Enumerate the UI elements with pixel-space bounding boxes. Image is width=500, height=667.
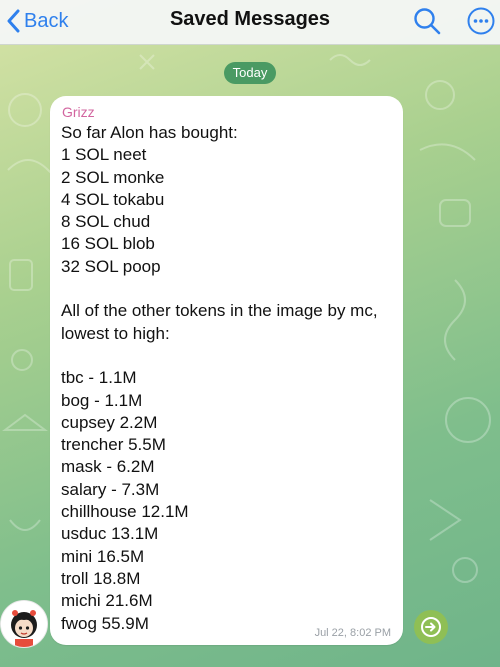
sender-name: Grizz: [62, 104, 95, 120]
share-button[interactable]: [414, 610, 448, 644]
message-line: 2 SOL monke: [61, 167, 165, 187]
message-line: michi 21.6M: [61, 591, 153, 611]
message-line: usduc 13.1M: [61, 524, 159, 544]
message-line: bog - 1.1M: [61, 390, 143, 410]
message-line: All of the other tokens in the image by …: [61, 301, 378, 343]
message-line: mask - 6.2M: [61, 457, 155, 477]
message-line: trencher 5.5M: [61, 435, 166, 455]
search-icon: [414, 8, 441, 35]
message-line: 4 SOL tokabu: [61, 189, 165, 209]
message-line: troll 18.8M: [61, 568, 141, 588]
more-horizontal-icon: [467, 7, 495, 35]
message-line: mini 16.5M: [61, 546, 145, 566]
more-options-button[interactable]: [466, 6, 496, 36]
message-line: salary - 7.3M: [61, 479, 160, 499]
message-line: 16 SOL blob: [61, 234, 155, 254]
message-timestamp: Jul 22, 8:02 PM: [314, 627, 391, 639]
message-line: cupsey 2.2M: [61, 412, 158, 432]
message-line: tbc - 1.1M: [61, 368, 137, 388]
date-separator: Today: [224, 62, 276, 84]
message-line: 8 SOL chud: [61, 212, 151, 232]
message-line: 1 SOL neet: [61, 145, 147, 165]
message-bubble[interactable]: Grizz So far Alon has bought: 1 SOL neet…: [50, 96, 403, 645]
avatar-cartoon-girl-icon: [1, 601, 47, 647]
navigation-bar: Back Saved Messages: [0, 0, 500, 45]
share-arrow-icon: [421, 617, 441, 637]
search-button[interactable]: [412, 6, 442, 36]
sender-avatar[interactable]: [0, 600, 48, 648]
message-line: So far Alon has bought:: [61, 123, 238, 142]
message-line: 32 SOL poop: [61, 256, 161, 276]
message-text: So far Alon has bought: 1 SOL neet 2 SOL…: [61, 122, 397, 635]
message-line: chillhouse 12.1M: [61, 502, 189, 522]
